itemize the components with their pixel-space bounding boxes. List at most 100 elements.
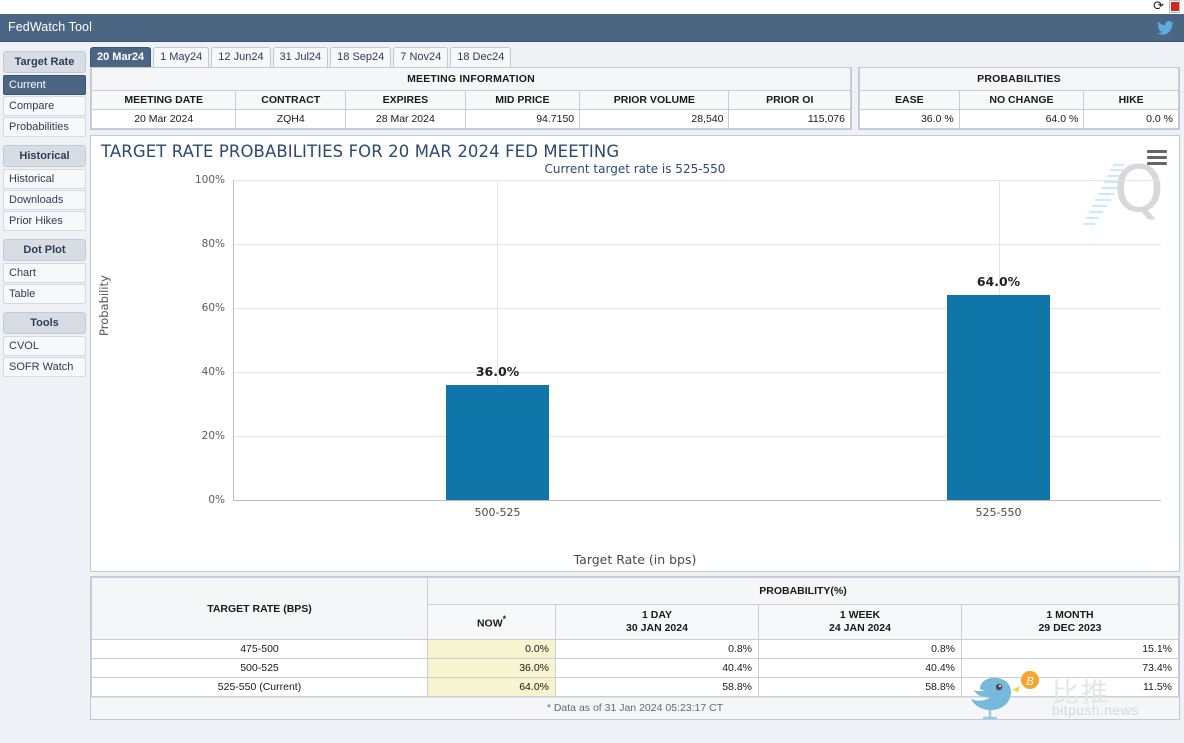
tab-18-sep24[interactable]: 18 Sep24 <box>330 47 392 67</box>
cell-meeting-date: 20 Mar 2024 <box>90 109 237 129</box>
chart-y-axis-title: Probability <box>97 275 111 336</box>
cell-mid-price: 94.7150 <box>464 109 581 129</box>
tab-7-nov24[interactable]: 7 Nov24 <box>393 47 449 67</box>
cell-1day-500-525: 40.4% <box>555 658 759 678</box>
col-1-month: 1 MONTH 29 DEC 2023 <box>961 604 1179 640</box>
probability-table-footnote: * Data as of 31 Jan 2024 05:23:17 CT <box>91 697 1179 719</box>
probabilities-summary-table: PROBABILITIES EASE NO CHANGE HIKE 36.0 %… <box>859 68 1179 129</box>
col-prior-volume: PRIOR VOLUME <box>579 90 730 110</box>
col-hike: HIKE <box>1083 90 1179 110</box>
probability-table-row-header: TARGET RATE (BPS) <box>91 577 428 640</box>
pdf-icon[interactable] <box>1169 0 1180 13</box>
sidebar-group-historical: Historical Historical Downloads Prior Hi… <box>3 145 86 231</box>
table-row: 500-525 36.0% 40.4% 40.4% 73.4% <box>91 658 1179 678</box>
sidebar-item-chart[interactable]: Chart <box>3 263 86 283</box>
browser-top-strip: ⟳ <box>0 0 1184 14</box>
sidebar-item-compare[interactable]: Compare <box>3 96 86 116</box>
col-no-change: NO CHANGE <box>958 90 1085 110</box>
col-now: NOW* <box>427 604 556 640</box>
cell-rate-500-525: 500-525 <box>91 658 428 678</box>
col-ease: EASE <box>859 90 960 110</box>
sidebar-group-title-dot-plot: Dot Plot <box>3 239 86 261</box>
sidebar-item-downloads[interactable]: Downloads <box>3 190 86 210</box>
col-1-week-title: 1 WEEK <box>839 609 881 621</box>
col-expires: EXPIRES <box>345 90 466 110</box>
chart-x-axis-title: Target Rate (in bps) <box>573 552 697 567</box>
sidebar-item-cvol[interactable]: CVOL <box>3 336 86 356</box>
sidebar-group-title-target-rate: Target Rate <box>3 51 86 73</box>
tab-31-jul24[interactable]: 31 Jul24 <box>272 47 329 67</box>
tab-12-jun24[interactable]: 12 Jun24 <box>211 47 271 67</box>
col-1-day-sub: 30 JAN 2024 <box>626 622 688 634</box>
col-1-month-sub: 29 DEC 2023 <box>1038 622 1102 634</box>
refresh-icon[interactable]: ⟳ <box>1153 0 1164 13</box>
sidebar-item-current[interactable]: Current <box>3 75 86 95</box>
col-1-month-title: 1 MONTH <box>1046 609 1094 621</box>
bar-label-525-550: 64.0% <box>976 274 1021 289</box>
cell-rate-475-500: 475-500 <box>91 639 428 659</box>
col-1-day-title: 1 DAY <box>642 609 672 621</box>
chart-plot-area: Probability 100% 80% 60% 40% 20% 0% 36.0… <box>91 136 1179 571</box>
meeting-information-panel: MEETING INFORMATION MEETING DATE CONTRAC… <box>90 67 852 130</box>
meeting-information-band-title: MEETING INFORMATION <box>91 68 851 91</box>
sidebar-group-dot-plot: Dot Plot Chart Table <box>3 239 86 304</box>
bar-500-525[interactable] <box>446 385 549 500</box>
chart-panel: TARGET RATE PROBABILITIES FOR 20 MAR 202… <box>90 135 1180 572</box>
col-contract: CONTRACT <box>235 90 347 110</box>
y-tick-100: 100% <box>194 174 225 186</box>
main-content: 20 Mar24 1 May24 12 Jun24 31 Jul24 18 Se… <box>90 46 1180 720</box>
x-tick-500-525: 500-525 <box>474 506 521 519</box>
cell-1day-525-550: 58.8% <box>555 677 759 697</box>
cell-1week-525-550: 58.8% <box>758 677 962 697</box>
sidebar-item-table[interactable]: Table <box>3 284 86 304</box>
probability-band-title: PROBABILITY(%) <box>427 577 1179 605</box>
table-row: 20 Mar 2024 ZQH4 28 Mar 2024 94.7150 28,… <box>90 109 851 129</box>
bar-label-500-525: 36.0% <box>475 364 520 379</box>
tab-18-dec24[interactable]: 18 Dec24 <box>450 47 512 67</box>
app-header: FedWatch Tool <box>0 14 1184 42</box>
cell-1month-525-550: 11.5% <box>961 677 1179 697</box>
cell-now-475-500: 0.0% <box>427 639 556 659</box>
gridline-100 <box>233 180 1161 181</box>
sidebar-group-title-historical: Historical <box>3 145 86 167</box>
sidebar-group-title-tools: Tools <box>3 312 86 334</box>
tab-1-may24[interactable]: 1 May24 <box>153 47 210 67</box>
sidebar-item-prior-hikes[interactable]: Prior Hikes <box>3 211 86 231</box>
probability-table: TARGET RATE (BPS) PROBABILITY(%) NOW* 1 … <box>91 577 1179 697</box>
probabilities-header-row: EASE NO CHANGE HIKE <box>859 90 1179 110</box>
summary-tables-row: MEETING INFORMATION MEETING DATE CONTRAC… <box>90 67 1180 130</box>
col-1-week: 1 WEEK 24 JAN 2024 <box>758 604 962 640</box>
cell-prior-oi: 115,076 <box>728 109 851 129</box>
y-tick-40: 40% <box>201 366 225 378</box>
cell-no-change: 64.0 % <box>958 109 1085 129</box>
y-tick-60: 60% <box>201 302 225 314</box>
cell-ease: 36.0 % <box>859 109 960 129</box>
sidebar-item-sofr-watch[interactable]: SOFR Watch <box>3 357 86 377</box>
sidebar-item-probabilities[interactable]: Probabilities <box>3 117 86 137</box>
cell-1month-475-500: 15.1% <box>961 639 1179 659</box>
sidebar: Target Rate Current Compare Probabilitie… <box>3 51 86 378</box>
cell-1week-500-525: 40.4% <box>758 658 962 678</box>
tab-20-mar24[interactable]: 20 Mar24 <box>90 47 152 67</box>
cell-hike: 0.0 % <box>1083 109 1179 129</box>
col-mid-price: MID PRICE <box>464 90 581 110</box>
col-now-star: * <box>502 614 507 625</box>
table-row: 525-550 (Current) 64.0% 58.8% 58.8% 11.5… <box>91 677 1179 697</box>
col-1-day: 1 DAY 30 JAN 2024 <box>555 604 759 640</box>
chart-y-axis-line <box>233 180 234 501</box>
sidebar-item-historical[interactable]: Historical <box>3 169 86 189</box>
table-row: 36.0 % 64.0 % 0.0 % <box>859 109 1179 129</box>
sidebar-group-target-rate: Target Rate Current Compare Probabilitie… <box>3 51 86 137</box>
y-tick-20: 20% <box>201 430 225 442</box>
page-body: Target Rate Current Compare Probabilitie… <box>0 42 1184 743</box>
twitter-icon[interactable] <box>1157 21 1174 38</box>
bar-525-550[interactable] <box>947 295 1050 500</box>
col-prior-oi: PRIOR OI <box>728 90 851 110</box>
sidebar-group-tools: Tools CVOL SOFR Watch <box>3 312 86 377</box>
cell-contract: ZQH4 <box>235 109 347 129</box>
cell-rate-525-550: 525-550 (Current) <box>91 677 428 697</box>
cell-expires: 28 Mar 2024 <box>345 109 466 129</box>
